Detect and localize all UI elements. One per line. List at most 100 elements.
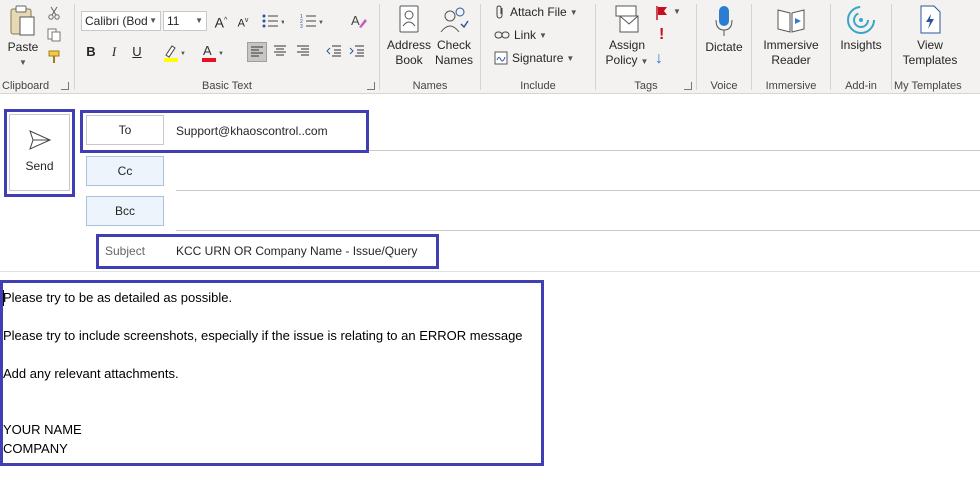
highlight-icon[interactable]: ▼ — [162, 43, 188, 63]
group-divider — [379, 4, 380, 90]
immersive-group: Immersive Reader Immersive — [753, 0, 829, 94]
font-name-select[interactable]: Calibri (Bod ▼ — [81, 11, 161, 31]
names-group-label: Names — [412, 80, 448, 92]
addin-group: Insights Add-in — [832, 0, 890, 94]
group-divider — [891, 4, 892, 90]
send-button[interactable]: Send — [9, 114, 70, 191]
addin-group-label: Add-in — [845, 80, 877, 92]
immersive-reader-icon — [777, 9, 805, 33]
bold-button[interactable]: B — [81, 42, 101, 62]
group-divider — [751, 4, 752, 90]
flag-dropdown-icon[interactable]: ▼ — [673, 7, 681, 16]
to-button[interactable]: To — [86, 115, 164, 145]
voice-group: Dictate Voice — [698, 0, 750, 94]
font-size-select[interactable]: 11 ▼ — [163, 11, 207, 31]
to-field[interactable]: Support@khaoscontrol..com — [176, 124, 328, 138]
check-names-icon — [440, 7, 469, 33]
templates-group: View Templates My Templates — [893, 0, 980, 94]
address-book-button[interactable]: Address Book — [385, 4, 433, 68]
body-line: Please try to include screenshots, espec… — [3, 328, 523, 343]
basic-text-group-label: Basic Text — [202, 80, 252, 92]
paste-button[interactable]: Paste ▼ — [4, 4, 42, 70]
insights-icon — [847, 6, 875, 34]
signature-company: COMPANY — [3, 441, 68, 456]
decrease-indent-button[interactable] — [324, 42, 344, 62]
include-group-label: Include — [520, 80, 556, 92]
underline-button[interactable]: U — [127, 42, 147, 62]
font-color-icon[interactable]: A ▼ — [200, 43, 226, 63]
view-templates-icon — [920, 5, 941, 34]
high-importance-icon[interactable]: ! — [659, 26, 664, 44]
italic-button[interactable]: I — [104, 42, 124, 62]
align-center-icon — [274, 45, 286, 56]
bcc-button[interactable]: Bcc — [86, 196, 164, 226]
attach-file-button[interactable]: Attach File ▼ — [494, 5, 578, 19]
paste-icon — [10, 5, 35, 36]
include-group: Attach File ▼ Link ▼ Signature ▼ Include — [482, 0, 594, 94]
check-names-button[interactable]: Check Names — [431, 4, 477, 68]
numbering-icon[interactable]: 123 ▼ — [300, 14, 324, 28]
align-right-button[interactable] — [293, 42, 313, 62]
bullets-icon[interactable]: ▼ — [262, 14, 284, 28]
assign-policy-icon — [615, 5, 639, 33]
group-divider — [74, 4, 75, 90]
svg-text:▼: ▼ — [280, 20, 284, 26]
format-painter-icon[interactable] — [47, 50, 61, 64]
group-divider — [595, 4, 596, 90]
cc-field[interactable] — [176, 190, 980, 191]
link-button[interactable]: Link ▼ — [494, 28, 547, 42]
cut-icon[interactable] — [47, 6, 61, 20]
follow-up-flag-icon[interactable] — [655, 5, 669, 21]
decrease-indent-icon — [326, 45, 341, 57]
align-center-button[interactable] — [270, 42, 290, 62]
grow-font-icon[interactable]: A^ — [211, 11, 231, 31]
align-left-button[interactable] — [247, 42, 267, 62]
tags-group-label: Tags — [634, 80, 658, 92]
dictate-button[interactable]: Dictate — [700, 4, 748, 55]
shrink-font-icon[interactable]: Av — [233, 11, 253, 31]
immersive-reader-button[interactable]: Immersive Reader — [757, 4, 825, 68]
voice-group-label: Voice — [710, 80, 738, 92]
increase-indent-button[interactable] — [347, 42, 367, 62]
templates-group-label: My Templates — [894, 80, 962, 92]
bcc-field[interactable] — [176, 230, 980, 231]
tags-launcher-icon[interactable] — [684, 82, 692, 90]
subject-field[interactable]: KCC URN OR Company Name - Issue/Query — [176, 244, 417, 258]
svg-text:A: A — [203, 43, 212, 58]
basic-text-group: Calibri (Bod ▼ 11 ▼ A^ Av ▼ 123 ▼ A B I U … — [76, 0, 378, 94]
group-divider — [696, 4, 697, 90]
svg-text:▼: ▼ — [318, 20, 324, 26]
ribbon: Paste ▼ Clipboard Calibri (Bod ▼ 11 ▼ A^ A… — [0, 0, 980, 94]
clear-formatting-icon[interactable]: A — [350, 12, 368, 30]
address-book-icon — [399, 5, 419, 33]
view-templates-button[interactable]: View Templates — [895, 4, 965, 68]
svg-text:▼: ▼ — [180, 51, 186, 57]
group-divider — [480, 4, 481, 90]
body-line: Please try to be as detailed as possible… — [3, 290, 233, 305]
increase-indent-icon — [349, 45, 364, 57]
message-body[interactable] — [0, 272, 980, 494]
to-field-underline — [176, 150, 980, 151]
body-line: Add any relevant attachments. — [3, 366, 179, 381]
svg-text:▼: ▼ — [218, 51, 224, 57]
cc-button[interactable]: Cc — [86, 156, 164, 186]
clipboard-launcher-icon[interactable] — [61, 82, 69, 90]
paperclip-icon — [496, 5, 503, 19]
copy-icon[interactable] — [47, 28, 61, 42]
low-importance-icon[interactable]: ↓ — [655, 50, 663, 68]
signature-name: YOUR NAME — [3, 422, 82, 437]
insights-button[interactable]: Insights — [834, 4, 888, 53]
svg-text:A: A — [351, 13, 360, 28]
immersive-group-label: Immersive — [765, 80, 817, 92]
assign-policy-button[interactable]: Assign Policy ▼ — [603, 4, 651, 69]
basic-text-launcher-icon[interactable] — [367, 82, 375, 90]
signature-button[interactable]: Signature ▼ — [494, 51, 574, 65]
align-left-icon — [251, 46, 263, 57]
microphone-icon — [715, 6, 733, 36]
group-divider — [830, 4, 831, 90]
align-right-icon — [297, 45, 309, 56]
send-icon — [28, 130, 51, 150]
names-group: Address Book Check Names Names — [381, 0, 479, 94]
link-icon — [494, 31, 510, 39]
signature-icon — [494, 51, 508, 65]
